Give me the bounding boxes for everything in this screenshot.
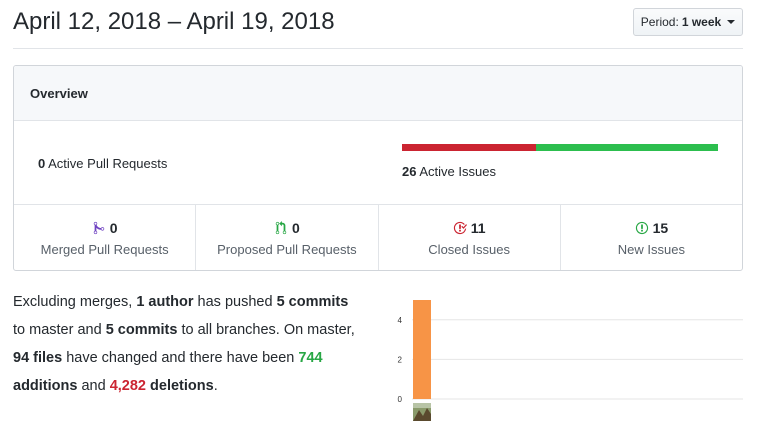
summary-text-7: . xyxy=(213,378,218,394)
overview-panel: Overview 0 Active Pull Requests 26 Activ… xyxy=(13,65,743,271)
stat-new-issues[interactable]: 15 New Issues xyxy=(561,205,742,270)
y-tick-label: 2 xyxy=(398,355,403,364)
stat-closed-issues[interactable]: 11 Closed Issues xyxy=(379,205,561,270)
closed-issues-count: 11 xyxy=(470,219,486,236)
issue-bar-closed-segment xyxy=(402,144,536,151)
summary-commits-all: 5 commits xyxy=(105,322,178,338)
git-pull-request-icon xyxy=(275,220,287,234)
proposed-prs-label: Proposed Pull Requests xyxy=(217,241,357,257)
commit-summary-text: Excluding merges, 1 author has pushed 5 … xyxy=(13,288,363,400)
new-issues-count: 15 xyxy=(652,219,669,236)
merged-prs-count: 0 xyxy=(109,219,118,236)
page-header: April 12, 2018 – April 19, 2018 Period: … xyxy=(13,0,743,49)
issue-closed-icon xyxy=(453,221,467,234)
summary-files: 94 files xyxy=(13,350,63,366)
summary-text-6: and xyxy=(77,378,110,394)
summary-text-4: to all branches. On master, xyxy=(177,322,355,338)
overview-title: Overview xyxy=(30,85,88,101)
proposed-prs-count: 0 xyxy=(291,219,300,236)
active-prs-count: 0 xyxy=(38,156,46,171)
overview-header: Overview xyxy=(14,66,742,121)
summary-text-5: have changed and there have been xyxy=(62,350,299,366)
summary-text-1: Excluding merges, xyxy=(13,294,137,310)
period-label: Period: xyxy=(640,15,679,29)
new-issues-label: New Issues xyxy=(617,241,685,257)
summary-commits-master: 5 commits xyxy=(276,294,349,310)
active-pull-requests-link[interactable]: 0 Active Pull Requests xyxy=(38,156,167,171)
stat-proposed-pull-requests[interactable]: 0 Proposed Pull Requests xyxy=(196,205,379,270)
active-issues-link[interactable]: 26 Active Issues xyxy=(402,164,496,179)
y-tick-label: 4 xyxy=(398,316,403,325)
issue-opened-icon xyxy=(635,221,648,234)
active-issues-label: Active Issues xyxy=(419,164,496,179)
closed-issues-label: Closed Issues xyxy=(428,241,510,257)
summary-additions-number: 744 xyxy=(298,350,323,366)
active-prs-label: Active Pull Requests xyxy=(48,156,168,171)
date-range-title: April 12, 2018 – April 19, 2018 xyxy=(13,8,335,35)
stat-merged-pull-requests[interactable]: 0 Merged Pull Requests xyxy=(14,205,197,270)
commit-bar[interactable] xyxy=(413,300,431,399)
y-tick-label: 0 xyxy=(398,395,403,404)
period-value: 1 week xyxy=(681,15,722,29)
summary-text-3: to master and xyxy=(13,322,106,338)
caret-down-icon xyxy=(727,20,736,24)
merged-prs-label: Merged Pull Requests xyxy=(40,241,169,257)
overview-summary-row: 0 Active Pull Requests 26 Active Issues xyxy=(14,121,742,205)
summary-deletions-word: deletions xyxy=(146,378,214,394)
issue-ratio-bar xyxy=(402,144,718,151)
issue-bar-new-segment xyxy=(535,144,718,151)
overview-stats-row: 0 Merged Pull Requests 0 Proposed Pull R… xyxy=(14,205,742,270)
active-issues-count: 26 xyxy=(402,164,417,179)
period-dropdown-button[interactable]: Period: 1 week xyxy=(633,8,743,36)
summary-additions-word: additions xyxy=(13,378,78,394)
git-merge-icon xyxy=(93,221,104,234)
summary-text-2: has pushed xyxy=(193,294,277,310)
author-avatar[interactable] xyxy=(413,403,431,421)
summary-authors: 1 author xyxy=(136,294,194,310)
summary-deletions-number: 4,282 xyxy=(109,378,146,394)
commits-by-author-chart: 0 2 4 xyxy=(398,300,743,421)
